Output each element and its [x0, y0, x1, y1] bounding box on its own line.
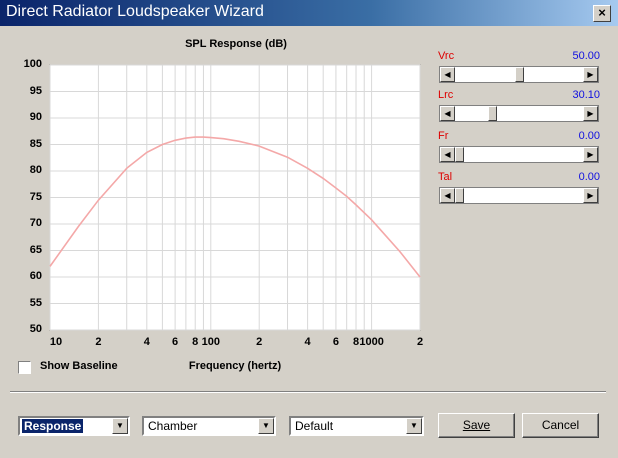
- y-tick-label: 85: [29, 137, 42, 150]
- slider-fr[interactable]: ◀ ▶: [439, 146, 599, 163]
- slider-tal[interactable]: ◀ ▶: [439, 187, 599, 204]
- cancel-button[interactable]: Cancel: [522, 413, 599, 438]
- slider-thumb[interactable]: [455, 188, 464, 203]
- slider-thumb[interactable]: [514, 67, 524, 82]
- x-tick-label: 100: [201, 336, 220, 348]
- x-tick-label: 2: [416, 336, 424, 348]
- chevron-down-icon[interactable]: ▼: [258, 418, 274, 434]
- slider-label-fr: Fr: [438, 130, 449, 142]
- y-tick-label: 90: [29, 111, 42, 123]
- y-tick-label: 100: [23, 58, 42, 70]
- chevron-down-icon[interactable]: ▼: [112, 418, 128, 434]
- slider-lrc[interactable]: ◀ ▶: [439, 105, 599, 122]
- view-combo-value: Response: [22, 419, 84, 433]
- y-tick-label: 75: [29, 190, 42, 203]
- arrow-right-icon[interactable]: ▶: [583, 106, 598, 121]
- y-tick-label: 50: [29, 323, 42, 335]
- arrow-right-icon[interactable]: ▶: [583, 67, 598, 82]
- y-tick-label: 70: [29, 217, 42, 229]
- enclosure-combo[interactable]: Chamber ▼: [142, 416, 276, 436]
- arrow-left-icon[interactable]: ◀: [440, 67, 455, 82]
- arrow-right-icon[interactable]: ▶: [583, 188, 598, 203]
- show-baseline-checkbox[interactable]: [18, 361, 31, 374]
- x-tick-label: 10: [49, 336, 63, 348]
- slider-label-tal: Tal: [438, 171, 453, 183]
- arrow-left-icon[interactable]: ◀: [440, 147, 455, 162]
- save-button-label: Save: [462, 418, 491, 432]
- slider-value-vrc: 50.00: [572, 50, 600, 62]
- x-tick-label: 2: [256, 336, 263, 348]
- slider-value-fr: 0.00: [578, 130, 600, 142]
- wizard-window: Direct Radiator Loudspeaker Wizard × SPL…: [0, 0, 618, 458]
- arrow-right-icon[interactable]: ▶: [583, 147, 598, 162]
- slider-thumb[interactable]: [455, 147, 464, 162]
- slider-label-vrc: Vrc: [438, 50, 455, 62]
- y-tick-label: 65: [29, 243, 42, 256]
- y-tick-label: 55: [29, 296, 42, 309]
- x-axis-label: Frequency (hertz): [188, 360, 282, 372]
- slider-thumb[interactable]: [488, 106, 498, 121]
- slider-vrc[interactable]: ◀ ▶: [439, 66, 599, 83]
- footer-separator: [10, 391, 606, 393]
- slider-value-tal: 0.00: [578, 171, 600, 183]
- preset-combo[interactable]: Default ▼: [289, 416, 424, 436]
- show-baseline-label[interactable]: Show Baseline: [40, 360, 118, 372]
- chevron-down-icon[interactable]: ▼: [406, 418, 422, 434]
- x-tick-label: 2: [95, 336, 102, 348]
- save-button[interactable]: Save: [438, 413, 515, 438]
- y-tick-label: 95: [29, 84, 42, 97]
- preset-combo-value: Default: [295, 419, 334, 433]
- y-tick-label: 60: [29, 270, 42, 282]
- slider-label-lrc: Lrc: [438, 89, 454, 101]
- arrow-left-icon[interactable]: ◀: [440, 106, 455, 121]
- slider-value-lrc: 30.10: [572, 89, 600, 101]
- view-combo[interactable]: Response ▼: [18, 416, 130, 436]
- x-tick-label: 1000: [359, 336, 384, 348]
- arrow-left-icon[interactable]: ◀: [440, 188, 455, 203]
- enclosure-combo-value: Chamber: [148, 419, 198, 433]
- y-tick-label: 80: [29, 164, 42, 176]
